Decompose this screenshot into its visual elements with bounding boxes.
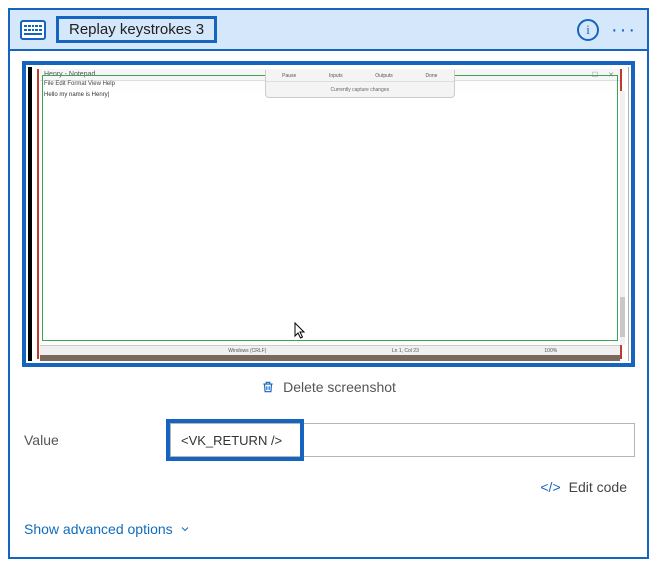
status-item: 100% xyxy=(544,348,557,354)
recorder-toolbar: Pause Inputs Outputs Done Currently capt… xyxy=(265,70,455,98)
show-advanced-toggle[interactable]: Show advanced options xyxy=(22,521,635,543)
chevron-down-icon xyxy=(179,523,191,535)
screenshot-taskbar xyxy=(40,355,620,361)
status-item: Ln 1, Col 23 xyxy=(392,348,419,354)
more-icon[interactable]: ··· xyxy=(611,20,637,40)
action-title[interactable]: Replay keystrokes 3 xyxy=(56,16,217,43)
code-icon: </> xyxy=(540,479,560,495)
recorder-tab: Inputs xyxy=(329,73,343,79)
card-header: Replay keystrokes 3 i ··· xyxy=(10,10,647,51)
value-input[interactable] xyxy=(170,423,635,457)
recorder-tab: Done xyxy=(425,73,437,79)
recorder-tab: Pause xyxy=(282,73,296,79)
recorder-tab: Outputs xyxy=(375,73,393,79)
delete-screenshot-label: Delete screenshot xyxy=(283,379,396,395)
card-body: Henry - Notepad — ☐ ✕ File Edit Format V… xyxy=(10,51,647,557)
advanced-label: Show advanced options xyxy=(24,521,173,537)
edit-code-button[interactable]: </> Edit code xyxy=(22,479,635,495)
delete-screenshot-button[interactable]: Delete screenshot xyxy=(22,379,635,395)
value-label: Value xyxy=(22,432,170,448)
recorder-subtext: Currently capture changes xyxy=(266,82,454,97)
screenshot-statusbar: Windows (CRLF) Ln 1, Col 23 100% xyxy=(40,345,620,355)
edit-code-label: Edit code xyxy=(569,479,627,495)
info-icon[interactable]: i xyxy=(577,19,599,41)
cursor-icon xyxy=(294,322,308,345)
screenshot-text-content: Hello my name is Henry| xyxy=(44,92,109,98)
status-item: Windows (CRLF) xyxy=(228,348,266,354)
keyboard-icon xyxy=(20,20,46,40)
trash-icon xyxy=(261,379,275,395)
screenshot-scrollbar-thumb xyxy=(620,297,625,337)
screenshot-preview[interactable]: Henry - Notepad — ☐ ✕ File Edit Format V… xyxy=(22,61,635,367)
value-field-row: Value xyxy=(22,423,635,457)
action-card: Replay keystrokes 3 i ··· Henry - Notepa… xyxy=(8,8,649,559)
capture-region-border xyxy=(42,75,618,341)
